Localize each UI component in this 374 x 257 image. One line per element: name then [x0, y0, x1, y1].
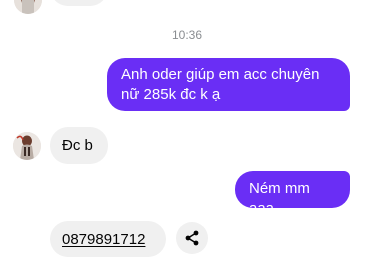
- message-text: Ném mm aaa: [249, 180, 310, 217]
- share-button[interactable]: [176, 222, 208, 254]
- contact-avatar[interactable]: [13, 132, 41, 160]
- avatar-image: [13, 132, 41, 160]
- avatar-image: [14, 0, 42, 14]
- message-timestamp: 10:36: [171, 28, 203, 42]
- message-thread: 10:36 Anh oder giúp em acc chuyên nữ 285…: [0, 0, 374, 257]
- message-bubble-outgoing[interactable]: Anh oder giúp em acc chuyên nữ 285k đc k…: [107, 58, 350, 111]
- message-bubble-incoming[interactable]: [50, 0, 108, 6]
- message-text: Đc b: [62, 137, 93, 154]
- message-text: Anh oder giúp em acc chuyên nữ 285k đc k…: [121, 66, 320, 103]
- share-icon: [185, 230, 199, 246]
- contact-avatar[interactable]: [14, 0, 42, 14]
- message-bubble-outgoing[interactable]: Ném mm aaa: [235, 171, 350, 217]
- phone-number-link[interactable]: 0879891712: [62, 231, 145, 248]
- message-bubble-incoming[interactable]: Đc b: [50, 127, 108, 164]
- message-bubble-incoming[interactable]: 0879891712: [50, 221, 166, 257]
